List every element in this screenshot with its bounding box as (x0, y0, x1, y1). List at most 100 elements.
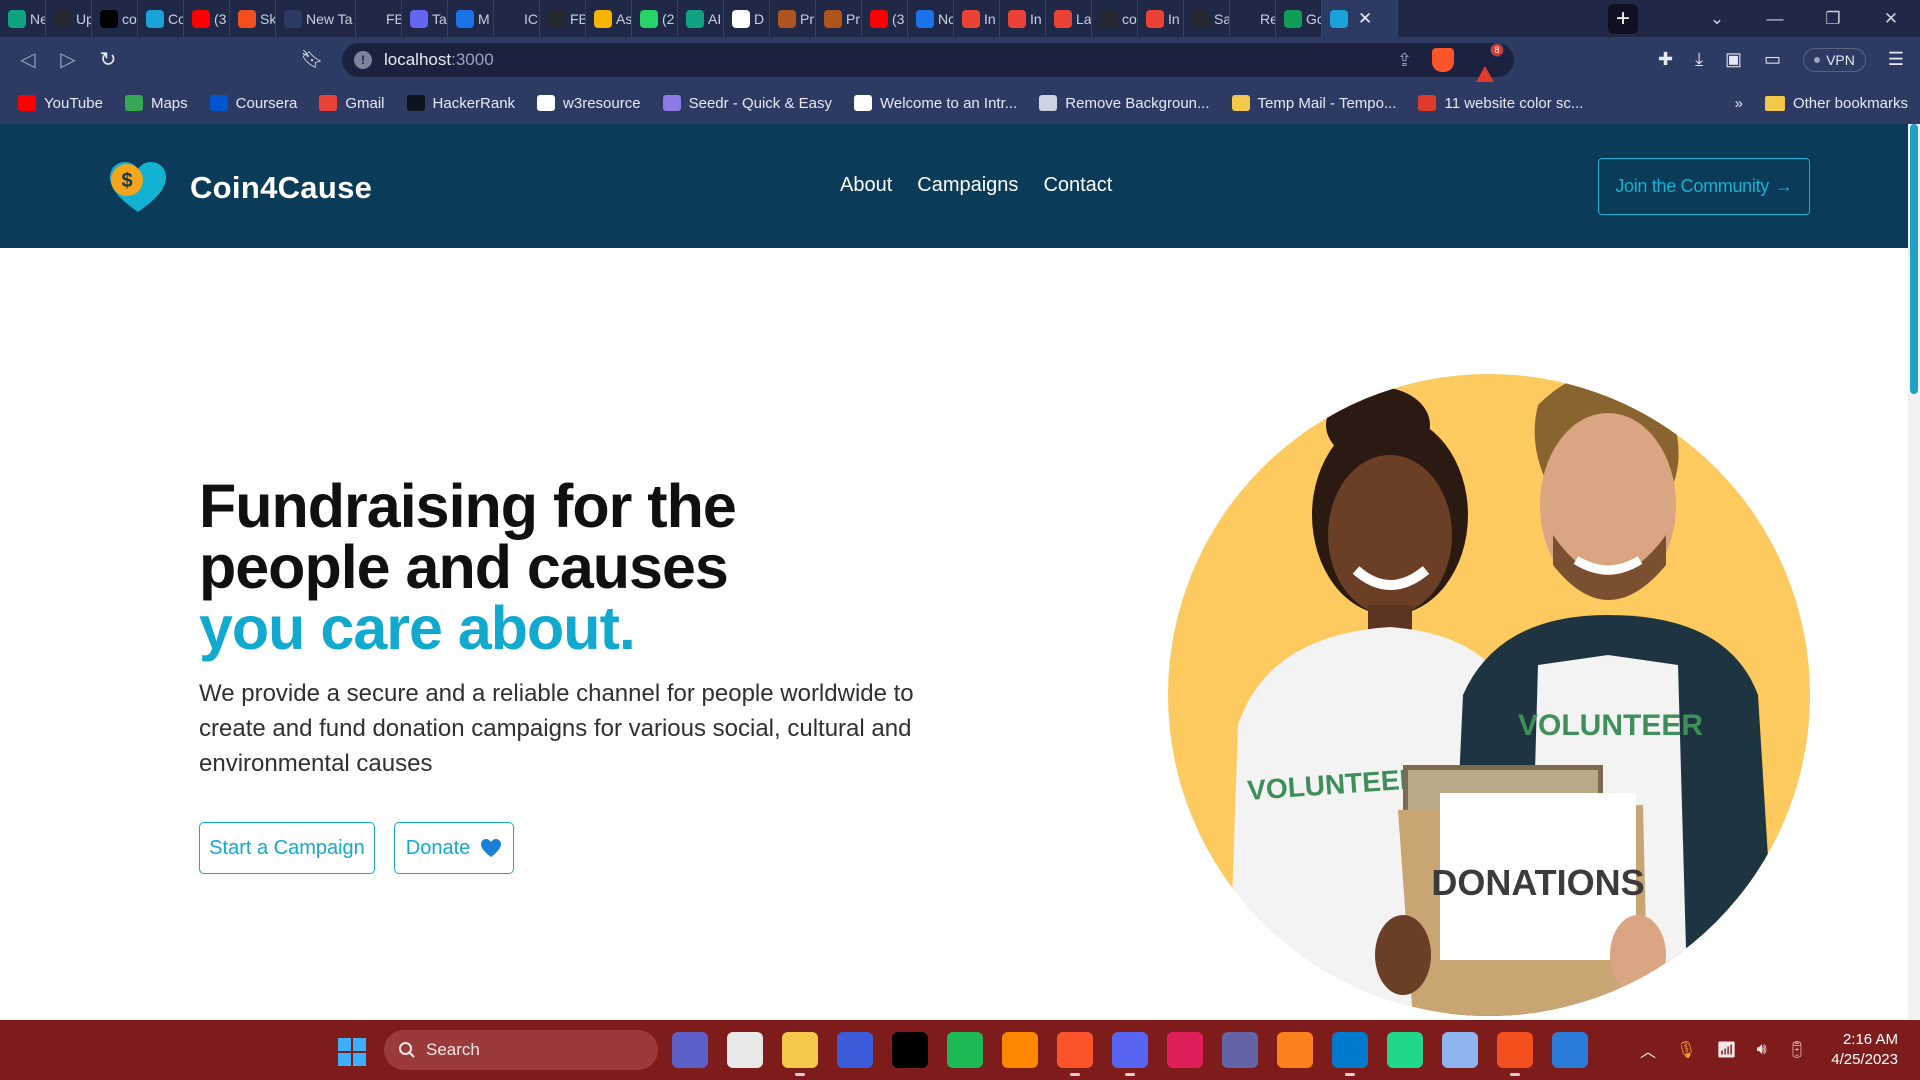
bookmark-item[interactable]: 11 website color sc... (1418, 95, 1583, 112)
other-bookmarks-folder[interactable]: Other bookmarks (1764, 95, 1908, 112)
browser-tab[interactable]: (2 (632, 0, 678, 37)
forward-button[interactable]: ▷ (48, 40, 88, 80)
meet-icon[interactable] (672, 1032, 708, 1068)
spotify-icon[interactable] (947, 1032, 983, 1068)
brave-icon[interactable] (1057, 1032, 1093, 1076)
pycharm-icon[interactable] (1387, 1032, 1423, 1068)
browser-tab[interactable]: New Ta (276, 0, 356, 37)
bookmark-item[interactable]: HackerRank (406, 95, 515, 112)
bookmark-item[interactable]: Welcome to an Intr... (853, 95, 1017, 112)
intellij-icon[interactable] (1277, 1032, 1313, 1068)
browser-tab[interactable]: AI (678, 0, 724, 37)
browser-tab[interactable]: Ta (402, 0, 448, 37)
bookmark-item[interactable]: YouTube (18, 95, 103, 112)
browser-tab[interactable]: In (1138, 0, 1184, 37)
active-browser-tab[interactable]: ✕ (1322, 0, 1398, 37)
browser-tab[interactable]: co (92, 0, 138, 37)
bookmark-item[interactable]: w3resource (537, 95, 641, 112)
bookmark-item[interactable]: Temp Mail - Tempo... (1231, 95, 1396, 112)
browser-tab[interactable]: Re (1230, 0, 1276, 37)
close-tab-icon[interactable]: ✕ (1358, 9, 1372, 29)
windows-start-icon[interactable] (338, 1038, 366, 1066)
tab-search-icon[interactable]: ⌄ (1688, 0, 1746, 37)
figma-icon[interactable] (1497, 1032, 1533, 1076)
mathpix-icon[interactable] (837, 1032, 873, 1068)
browser-tab[interactable]: Pr (816, 0, 862, 37)
minimize-icon[interactable]: — (1746, 0, 1804, 37)
scrollbar-thumb[interactable] (1910, 124, 1918, 394)
browser-tab[interactable]: Nc (908, 0, 954, 37)
brave-rewards-icon[interactable]: 8 (1474, 43, 1504, 86)
sidebar-icon[interactable]: ▣ (1725, 49, 1742, 70)
reload-button[interactable]: ↻ (88, 40, 128, 80)
nav-contact[interactable]: Contact (1043, 174, 1112, 197)
share-icon[interactable]: ⇪ (1397, 50, 1412, 71)
browser-tab[interactable]: In (1000, 0, 1046, 37)
site-info-icon[interactable]: ! (354, 51, 372, 69)
back-button[interactable]: ◁ (8, 40, 48, 80)
bookmark-item[interactable]: Gmail (319, 95, 385, 112)
browser-tab[interactable]: M (448, 0, 494, 37)
extensions-icon[interactable]: ✚ (1658, 49, 1673, 70)
bookmark-item[interactable]: Remove Backgroun... (1039, 95, 1210, 112)
download-icon[interactable]: ⤓ (1695, 49, 1703, 70)
browser-tab[interactable]: Gc (1276, 0, 1322, 37)
chevron-up-icon[interactable]: ︿ (1640, 1038, 1656, 1062)
virtualbox-icon[interactable] (1442, 1032, 1478, 1068)
new-tab-button[interactable]: + (1608, 3, 1638, 34)
bookmarks-overflow-button[interactable]: » (1735, 95, 1743, 112)
taskbar-search[interactable]: Search (384, 1030, 658, 1070)
teams-icon[interactable] (1222, 1032, 1258, 1068)
address-bar[interactable]: ! localhost:3000 ⇪ 8 (342, 43, 1514, 86)
browser-tab[interactable]: (3 (184, 0, 230, 37)
battery-icon[interactable]: 🔋︎ (1787, 1040, 1807, 1060)
brave-shields-icon[interactable] (1432, 48, 1454, 72)
wallet-icon[interactable]: ▭ (1764, 49, 1781, 70)
vscode-icon[interactable] (1332, 1032, 1368, 1076)
browser-tab[interactable]: FB (540, 0, 586, 37)
browser-tab[interactable]: La (1046, 0, 1092, 37)
browser-tab[interactable]: Pr (770, 0, 816, 37)
nav-campaigns[interactable]: Campaigns (917, 174, 1018, 197)
bookmark-item[interactable]: Coursera (209, 95, 297, 112)
donate-button[interactable]: Donate (394, 822, 514, 874)
browser-tab[interactable]: In (954, 0, 1000, 37)
browser-tab[interactable]: As (586, 0, 632, 37)
browser-tab[interactable]: FB (356, 0, 402, 37)
menu-icon[interactable]: ☰ (1888, 49, 1904, 70)
store-icon[interactable] (727, 1032, 763, 1068)
microphone-icon[interactable]: 🎙︎ (1676, 1040, 1696, 1060)
wps-icon[interactable] (1552, 1032, 1588, 1068)
bookmark-icon[interactable]: 🔖︎ (292, 40, 332, 80)
browser-tab[interactable]: Up (46, 0, 92, 37)
browser-tab[interactable]: IC (494, 0, 540, 37)
close-window-icon[interactable]: ✕ (1862, 0, 1920, 37)
taskbar-clock[interactable]: 2:16 AM 4/25/2023 (1831, 1030, 1898, 1070)
browser-tab[interactable]: Sk (230, 0, 276, 37)
nav-about[interactable]: About (840, 174, 892, 197)
restore-icon[interactable]: ❐ (1804, 0, 1862, 37)
netflix-icon[interactable] (892, 1032, 928, 1068)
join-community-button[interactable]: Join the Community → (1598, 158, 1810, 215)
discord-icon[interactable] (1112, 1032, 1148, 1076)
mdn-icon (456, 9, 474, 28)
browser-tab[interactable]: Cc (138, 0, 184, 37)
browser-tab[interactable]: Ne (0, 0, 46, 37)
brand-name[interactable]: Coin4Cause (190, 170, 372, 206)
wifi-icon[interactable]: 📶︎ (1716, 1040, 1736, 1060)
bookmark-item[interactable]: Maps (124, 95, 188, 112)
browser-tab[interactable]: co (1092, 0, 1138, 37)
slack-icon[interactable] (1167, 1032, 1203, 1068)
start-campaign-button[interactable]: Start a Campaign (199, 822, 375, 874)
file-explorer-icon[interactable] (782, 1032, 818, 1076)
browser-tab[interactable]: (3 (862, 0, 908, 37)
volume-icon[interactable]: 🔊︎ (1757, 1041, 1767, 1059)
browser-tab-strip: Ne Up co Cc (3 Sk New Ta FB Ta M IC FB As (2 AI D Pr Pr (3… (0, 0, 1920, 37)
coin4cause-logo[interactable]: $ (108, 160, 168, 214)
bookmark-item[interactable]: Seedr - Quick & Easy (662, 95, 832, 112)
vlc-icon[interactable] (1002, 1032, 1038, 1068)
page-scrollbar[interactable] (1908, 124, 1920, 1020)
vpn-button[interactable]: VPN (1803, 47, 1866, 72)
browser-tab[interactable]: D (724, 0, 770, 37)
browser-tab[interactable]: Sa (1184, 0, 1230, 37)
